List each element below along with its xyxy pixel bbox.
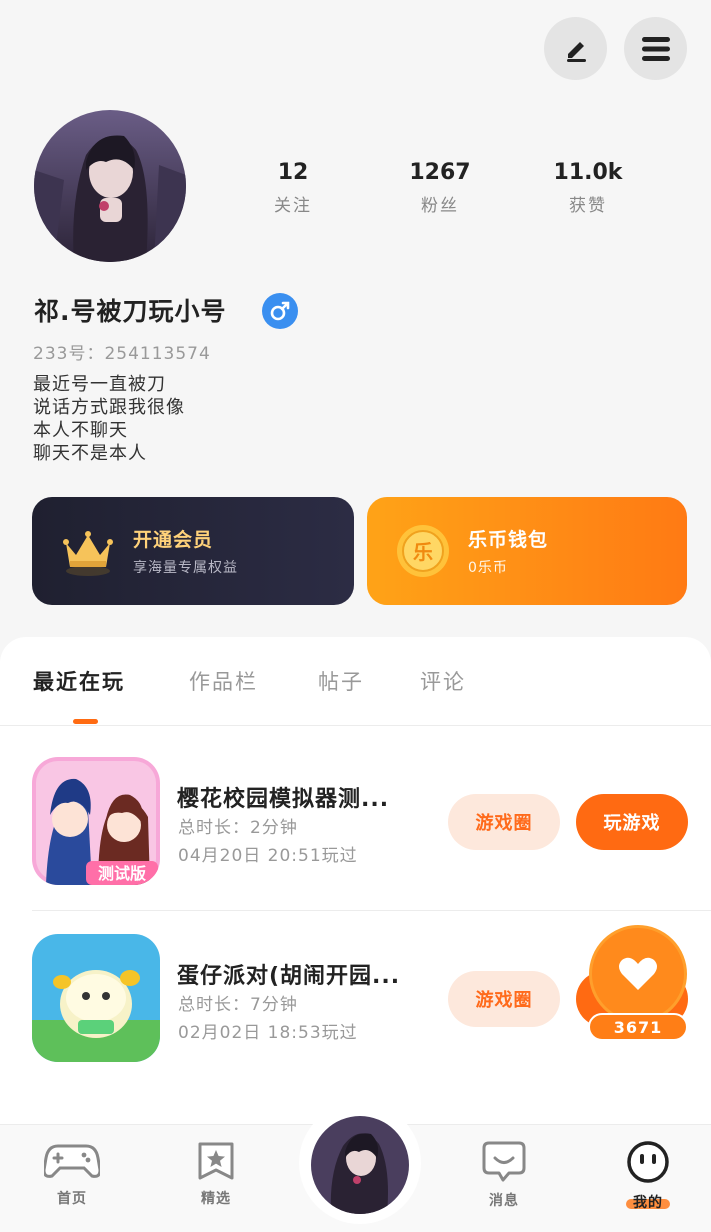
play-duration: 总时长：2分钟: [178, 818, 298, 838]
stat-following[interactable]: 12 关注: [243, 160, 343, 216]
bio: 最近号一直被刀 说话方式跟我很像 本人不聊天 聊天不是本人: [33, 373, 185, 465]
last-played: 04月20日 20:51玩过: [178, 846, 358, 866]
tab-comments[interactable]: 评论: [420, 666, 466, 696]
chat-bubble-icon: [482, 1141, 526, 1182]
game-circle-button[interactable]: 游戏圈: [448, 971, 560, 1027]
bio-line: 聊天不是本人: [33, 443, 147, 464]
coin-icon-text: 乐: [413, 540, 433, 564]
wallet-card[interactable]: 乐 乐币钱包 0乐币: [367, 497, 687, 605]
coin-icon: 乐: [397, 525, 449, 577]
tab-works[interactable]: 作品栏: [189, 666, 258, 696]
avatar[interactable]: [34, 110, 186, 262]
following-count: 12: [277, 160, 309, 185]
divider: [0, 725, 711, 726]
nav-item-mine[interactable]: 我的: [598, 1140, 698, 1212]
play-game-button[interactable]: 玩游戏: [576, 794, 688, 850]
username: 祁.号被刀玩小号: [34, 297, 227, 326]
wallet-title: 乐币钱包: [468, 529, 549, 551]
gamepad-icon: [42, 1144, 102, 1178]
bio-line: 本人不聊天: [33, 420, 128, 441]
active-tab-indicator: [73, 719, 98, 724]
smiley-face-icon: [627, 1141, 669, 1183]
male-gender-icon: [262, 293, 298, 329]
nav-label: 首页: [57, 1191, 87, 1207]
crown-icon: [63, 531, 113, 576]
test-version-badge: 测试版: [98, 864, 146, 883]
last-played: 02月02日 18:53玩过: [178, 1023, 358, 1043]
edit-profile-button[interactable]: [544, 17, 607, 80]
nav-item-home[interactable]: 首页: [22, 1140, 122, 1208]
nav-center-avatar[interactable]: [311, 1116, 409, 1214]
game-title: 蛋仔派对(胡闹开园...: [177, 964, 401, 989]
nav-label: 精选: [201, 1191, 231, 1207]
following-label: 关注: [274, 196, 312, 216]
game-icon[interactable]: 测试版: [32, 757, 160, 885]
stat-likes[interactable]: 11.0k 获赞: [538, 160, 638, 216]
tab-posts[interactable]: 帖子: [318, 666, 364, 696]
play-duration: 总时长：7分钟: [178, 995, 298, 1015]
likes-count: 11.0k: [553, 160, 623, 185]
tab-recently-played[interactable]: 最近在玩: [33, 666, 125, 696]
game-circle-button[interactable]: 游戏圈: [448, 794, 560, 850]
list-item[interactable]: 测试版 樱花校园模拟器测... 总时长：2分钟 04月20日 20:51玩过 游…: [0, 757, 711, 887]
user-id: 233号：254113574: [33, 344, 211, 364]
game-icon[interactable]: [32, 934, 160, 1062]
edit-pen-icon: [566, 41, 586, 62]
like-count: 3671: [588, 1013, 688, 1041]
nav-item-messages[interactable]: 消息: [454, 1140, 554, 1210]
menu-button[interactable]: [624, 17, 687, 80]
nav-label: 我的: [633, 1195, 663, 1211]
floating-like-button[interactable]: 3671: [588, 925, 688, 1043]
vip-subtitle: 享海量专属权益: [133, 560, 238, 576]
vip-membership-card[interactable]: 开通会员 享海量专属权益: [32, 497, 354, 605]
divider: [32, 910, 711, 911]
stat-fans[interactable]: 1267 粉丝: [390, 160, 490, 216]
fans-label: 粉丝: [421, 196, 459, 216]
bio-line: 最近号一直被刀: [33, 374, 166, 395]
star-bookmark-icon: [198, 1142, 234, 1180]
fans-count: 1267: [409, 160, 471, 185]
like-circle[interactable]: [589, 925, 687, 1023]
game-title: 樱花校园模拟器测...: [177, 787, 390, 812]
heart-icon: [619, 957, 657, 990]
likes-label: 获赞: [569, 196, 607, 216]
bio-line: 说话方式跟我很像: [33, 397, 185, 418]
hamburger-menu-icon: [641, 36, 670, 61]
nav-item-featured[interactable]: 精选: [166, 1140, 266, 1208]
nav-label: 消息: [489, 1193, 519, 1209]
wallet-balance: 0乐币: [468, 560, 508, 576]
vip-title: 开通会员: [133, 529, 214, 551]
